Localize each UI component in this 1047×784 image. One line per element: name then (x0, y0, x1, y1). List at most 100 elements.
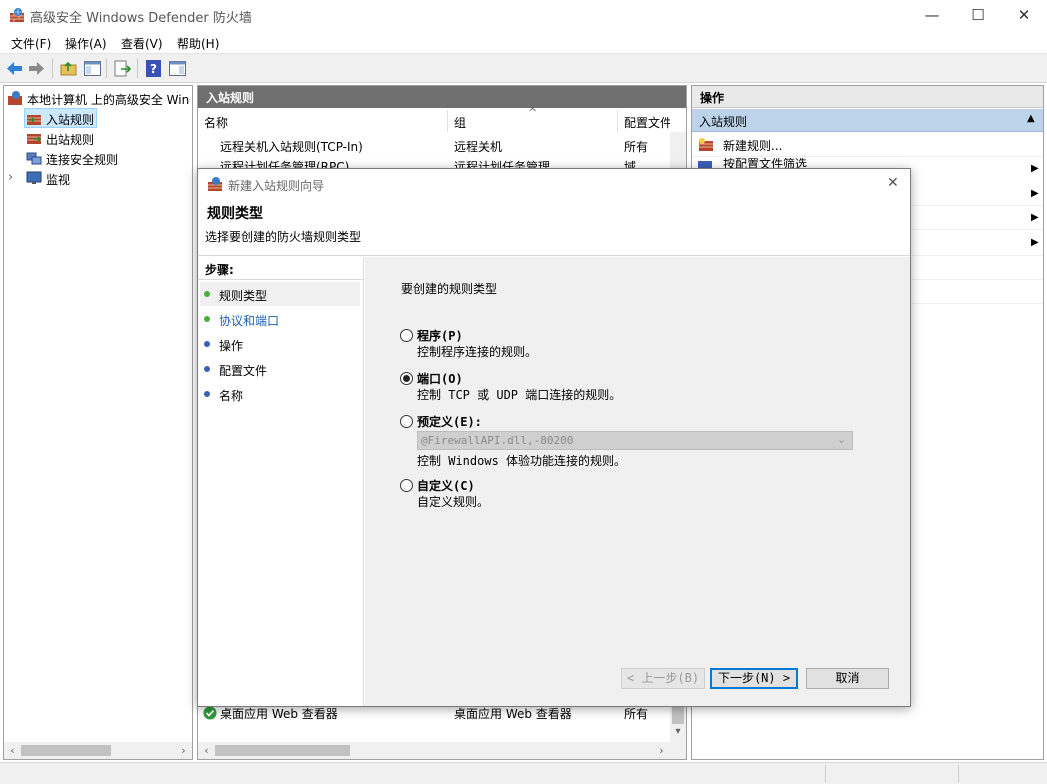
tree-horizontal-scrollbar[interactable]: ‹ › (4, 742, 192, 759)
column-name[interactable]: 名称 (198, 110, 448, 132)
title-bar: 高级安全 Windows Defender 防火墙 — ☐ ✕ (0, 0, 1047, 31)
action-row[interactable]: ▶ (912, 230, 1043, 256)
rule-type-question: 要创建的规则类型 (401, 282, 498, 296)
option-port-label[interactable]: 端口(O) (417, 370, 463, 387)
show-action-pane-icon[interactable] (168, 59, 187, 78)
tree-root[interactable]: 本地计算机 上的高级安全 Windows Defender 防火墙 (4, 88, 192, 108)
step-profile[interactable]: 配置文件 (200, 357, 360, 381)
scroll-left-arrow-icon[interactable]: ‹ (198, 742, 215, 759)
toolbar-separator (106, 59, 107, 78)
action-label: 新建规则... (723, 139, 783, 153)
tree-item-label: 出站规则 (46, 133, 95, 147)
help-icon[interactable]: ? (144, 59, 163, 78)
scroll-thumb[interactable] (21, 745, 111, 756)
wizard-close-button[interactable]: ✕ (887, 175, 899, 191)
step-label: 规则类型 (219, 289, 268, 303)
minimize-button[interactable]: — (909, 0, 955, 31)
scroll-thumb[interactable] (672, 706, 684, 724)
next-button[interactable]: 下一步(N) > (710, 668, 798, 689)
actions-section-label: 入站规则 (699, 115, 748, 129)
back-arrow-icon[interactable] (5, 59, 24, 78)
option-program-label[interactable]: 程序(P) (417, 327, 463, 344)
show-hide-tree-icon[interactable] (83, 59, 102, 78)
radio-custom[interactable] (400, 479, 413, 492)
wizard-steps-panel: 步骤: 规则类型 协议和端口 操作 配置文件 名称 (198, 257, 364, 706)
column-profile[interactable]: 配置文件 (618, 110, 670, 132)
inbound-rules-icon (27, 115, 41, 125)
radio-program[interactable] (400, 329, 413, 342)
tree-pane: 本地计算机 上的高级安全 Windows Defender 防火墙 入站规则 出… (3, 85, 193, 760)
firewall-icon (10, 8, 24, 22)
submenu-arrow-icon[interactable]: ▶ (1031, 163, 1039, 174)
tree-item-label: 连接安全规则 (46, 153, 119, 167)
rule-group: 桌面应用 Web 查看器 (454, 707, 572, 721)
expand-chevron-icon[interactable]: › (8, 170, 13, 185)
radio-port[interactable] (400, 372, 413, 385)
new-inbound-rule-wizard: 新建入站规则向导 ✕ 规则类型 选择要创建的防火墙规则类型 步骤: 规则类型 协… (197, 168, 911, 707)
wizard-subheading: 选择要创建的防火墙规则类型 (205, 230, 362, 244)
actions-section-inbound[interactable]: 入站规则 ▲ (692, 109, 1043, 132)
wizard-content: 要创建的规则类型 程序(P) 控制程序连接的规则。 端口(O) 控制 TCP 或… (365, 257, 910, 706)
steps-title: 步骤: (205, 263, 234, 277)
predefined-select[interactable]: @FirewallAPI.dll,-80200 ⌄ (417, 431, 853, 450)
scroll-thumb[interactable] (215, 745, 350, 756)
tree-item-label: 监视 (46, 173, 71, 187)
steps-divider (198, 279, 364, 280)
tree-item-inbound-rules[interactable]: 入站规则 (24, 108, 97, 128)
step-protocol-ports[interactable]: 协议和端口 (200, 307, 360, 331)
step-dot-icon (204, 341, 210, 347)
step-dot-icon (204, 391, 210, 397)
step-action[interactable]: 操作 (200, 332, 360, 356)
menu-file[interactable]: 文件(F) (11, 35, 51, 52)
enabled-check-icon (203, 706, 217, 720)
step-label: 配置文件 (219, 364, 268, 378)
scroll-right-arrow-icon[interactable]: › (653, 742, 670, 759)
table-row[interactable]: 远程计划任务管理(RPC) 远程计划任务管理 域 (198, 155, 670, 169)
collapse-arrow-icon[interactable]: ▲ (1027, 113, 1035, 124)
menu-help[interactable]: 帮助(H) (177, 35, 219, 52)
table-row[interactable]: 桌面应用 Web 查看器 桌面应用 Web 查看器 所有 (198, 704, 670, 724)
submenu-arrow-icon[interactable]: ▶ (1031, 212, 1039, 223)
export-list-icon[interactable] (113, 59, 132, 78)
radio-predefined[interactable] (400, 415, 413, 428)
close-button[interactable]: ✕ (1001, 0, 1047, 31)
forward-arrow-icon[interactable] (27, 59, 46, 78)
option-predefined-desc: 控制 Windows 体验功能连接的规则。 (417, 454, 627, 468)
action-row[interactable] (912, 256, 1043, 280)
step-name[interactable]: 名称 (200, 382, 360, 406)
filter-icon (698, 161, 712, 168)
table-row[interactable]: 远程关机入站规则(TCP-In) 远程关机 所有 (198, 135, 670, 155)
submenu-arrow-icon[interactable]: ▶ (1031, 188, 1039, 199)
scroll-left-arrow-icon[interactable]: ‹ (4, 742, 21, 759)
tree-root-label: 本地计算机 上的高级安全 Windows Defender 防火墙 (27, 93, 190, 107)
action-row[interactable] (912, 280, 1043, 304)
wizard-title: 新建入站规则向导 (228, 179, 325, 193)
folder-up-icon[interactable] (59, 59, 78, 78)
cancel-button[interactable]: 取消 (806, 668, 889, 689)
action-new-rule[interactable]: 新建规则... (692, 133, 1043, 157)
toolbar: ? (0, 53, 1047, 83)
chevron-down-icon[interactable]: ⌄ (837, 433, 846, 446)
action-row[interactable]: ▶ (912, 206, 1043, 230)
rules-horizontal-scrollbar[interactable]: ‹ › (198, 742, 686, 759)
action-row[interactable]: ▶ (912, 182, 1043, 206)
option-predefined-label[interactable]: 预定义(E): (417, 413, 482, 430)
back-button[interactable]: < 上一步(B) (621, 668, 705, 689)
step-rule-type[interactable]: 规则类型 (200, 282, 360, 306)
actions-pane-header: 操作 (692, 86, 1043, 108)
submenu-arrow-icon[interactable]: ▶ (1031, 237, 1039, 248)
menu-bar: 文件(F) 操作(A) 查看(V) 帮助(H) (0, 31, 1047, 53)
scroll-down-arrow-icon[interactable]: ▾ (670, 726, 686, 742)
step-label: 名称 (219, 389, 244, 403)
firewall-icon (8, 91, 22, 105)
tree-item-label: 入站规则 (46, 113, 95, 127)
new-rule-icon (699, 138, 713, 151)
wizard-header: 新建入站规则向导 ✕ 规则类型 选择要创建的防火墙规则类型 (198, 169, 910, 256)
menu-action[interactable]: 操作(A) (65, 35, 107, 52)
action-filter-profile[interactable]: 按配置文件筛选 (692, 158, 1043, 168)
menu-view[interactable]: 查看(V) (121, 35, 163, 52)
scroll-right-arrow-icon[interactable]: › (175, 742, 192, 759)
action-label: 按配置文件筛选 (723, 158, 808, 168)
maximize-button[interactable]: ☐ (955, 0, 1001, 31)
option-custom-label[interactable]: 自定义(C) (417, 477, 475, 494)
